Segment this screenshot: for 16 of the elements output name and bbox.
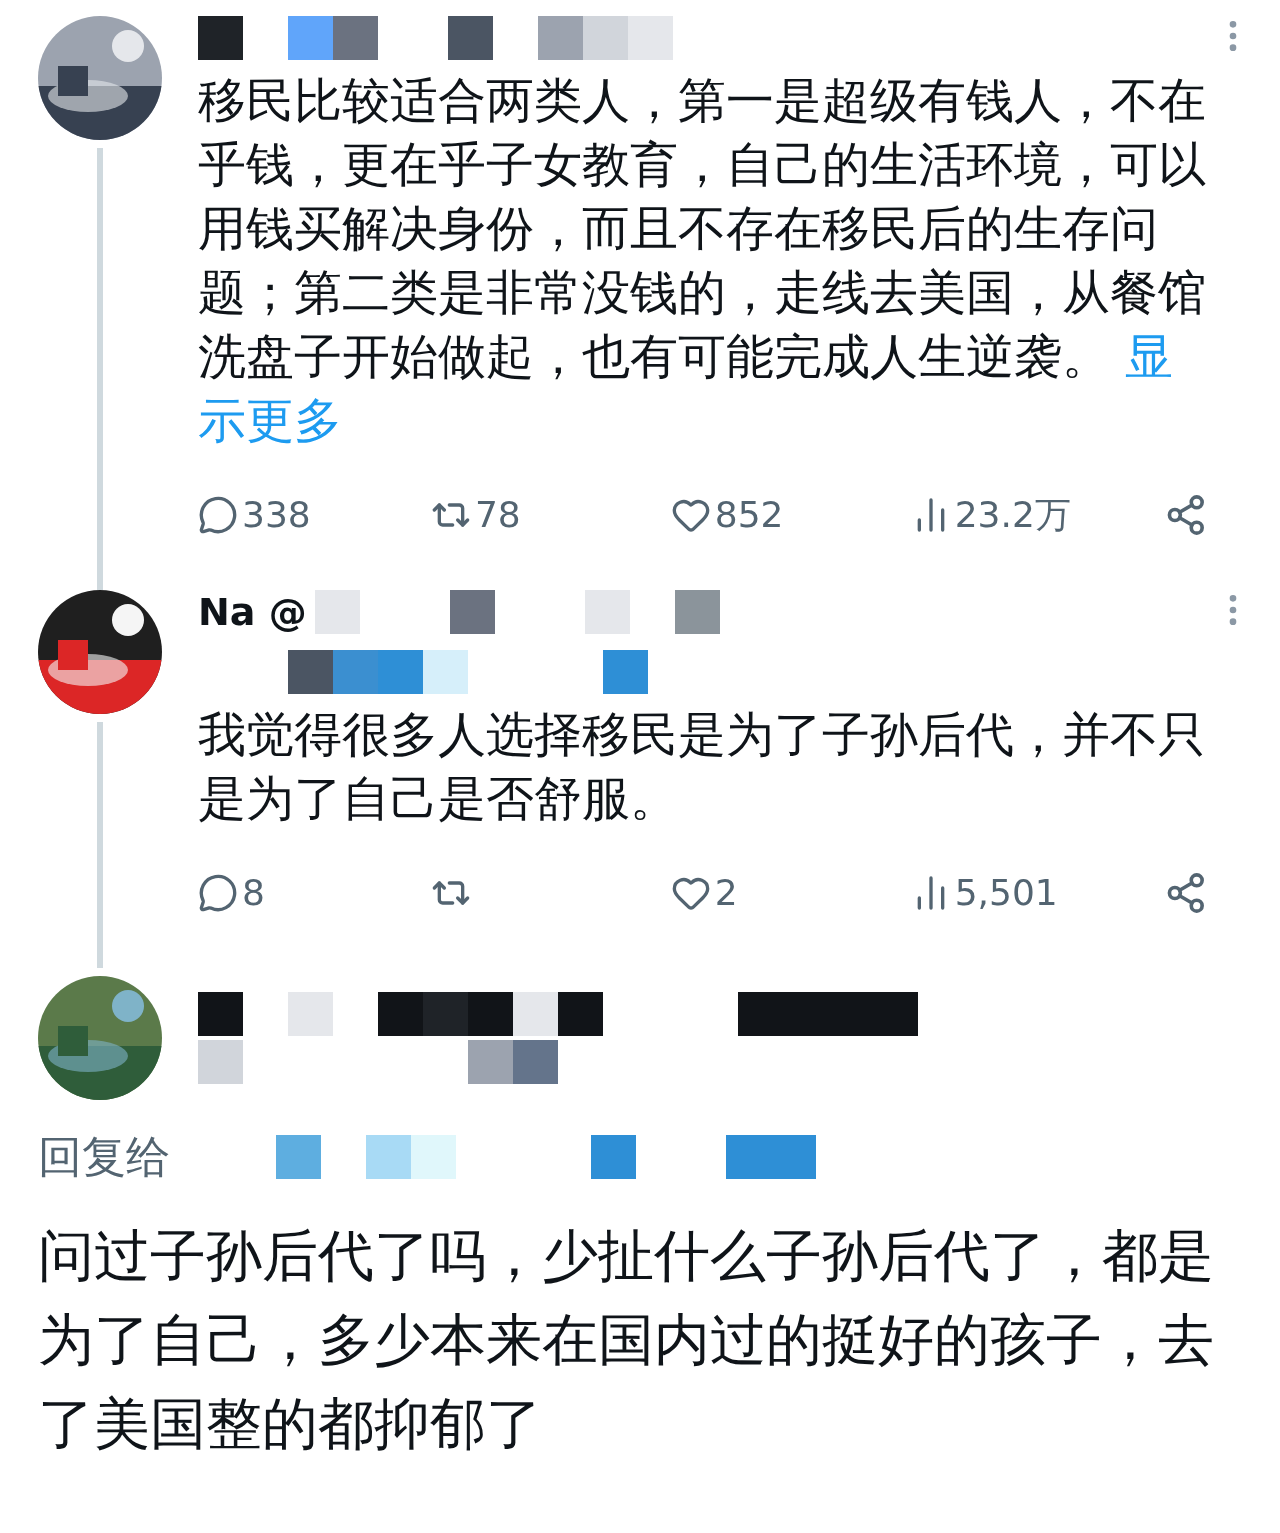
metric-count: 852 <box>714 493 784 537</box>
metric-count: 78 <box>474 493 521 537</box>
tweet-text: 问过子孙后代了吗，少扯什么子孙后代了，都是为了自己，多少本来在国内过的挺好的孩子，去了美国整的都抑郁了 <box>38 1222 1215 1458</box>
tweet-text: 我觉得很多人选择移民是为了子孙后代，并不只是为了自己是否舒服。 <box>198 705 1207 828</box>
reply-icon[interactable] <box>198 495 238 535</box>
tweet-text: 移民比较适合两类人，第一是超级有钱人，不在乎钱，更在乎子女教育，自己的生活环境，可以用钱买解决身份，而且不存在移民后的生存问题；第二类是非常没钱的，走线去美国，从餐馆洗盘子开始做起，也有可能完成人生逆袭。 显 示更多 <box>198 71 1207 450</box>
metric-count: 23.2万 <box>954 493 1071 537</box>
reply-to-label: 回复给 <box>38 1130 170 1184</box>
show-more-link[interactable]: 示更多 <box>198 392 342 448</box>
user-name[interactable]: Na @ <box>198 590 307 634</box>
metric-count: 338 <box>242 493 311 537</box>
metric-count: 2 <box>714 871 738 915</box>
reply-icon[interactable] <box>198 873 238 913</box>
metric-count: 8 <box>242 871 265 915</box>
metric-count: 5,501 <box>954 871 1058 915</box>
show-more-link[interactable]: 显 <box>1125 328 1174 384</box>
